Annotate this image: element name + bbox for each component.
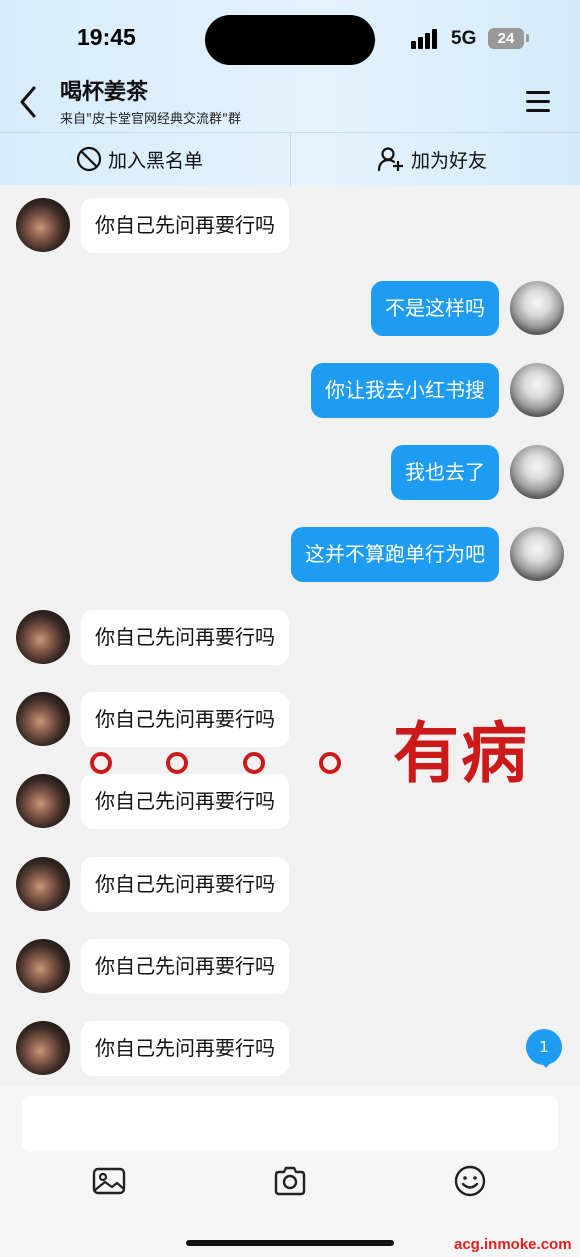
annotation-circle (243, 752, 265, 774)
message-bubble[interactable]: 你自己先问再要行吗 (81, 692, 289, 747)
message-bubble[interactable]: 你自己先问再要行吗 (81, 610, 289, 665)
annotation-text: 有病 (393, 715, 529, 792)
chat-subtitle: 来自"皮卡堂官网经典交流群"群 (60, 112, 241, 127)
back-button[interactable] (14, 84, 44, 120)
annotation-circle (90, 752, 112, 774)
avatar-other[interactable] (16, 692, 70, 746)
message-bubble[interactable]: 这并不算跑单行为吧 (291, 527, 499, 582)
avatar-other[interactable] (16, 1021, 70, 1075)
action-divider (290, 133, 291, 186)
signal-icon (411, 29, 441, 49)
message-bubble[interactable]: 我也去了 (391, 445, 499, 500)
image-button[interactable] (91, 1163, 127, 1199)
chat-title: 喝杯姜茶 (60, 80, 149, 105)
message-bubble[interactable]: 你自己先问再要行吗 (81, 857, 289, 912)
image-icon (92, 1167, 126, 1195)
message-bubble[interactable]: 你自己先问再要行吗 (81, 198, 289, 253)
dynamic-island (205, 15, 375, 65)
battery-tip (526, 34, 529, 42)
avatar-other[interactable] (16, 198, 70, 252)
chevron-left-icon (20, 86, 36, 118)
blacklist-button[interactable]: 加入黑名单 (76, 133, 203, 185)
battery-icon: 24 (488, 28, 524, 49)
network-type: 5G (451, 28, 477, 49)
avatar-other[interactable] (16, 774, 70, 828)
action-bar: 加入黑名单 加为好友 (0, 132, 580, 186)
add-friend-button[interactable]: 加为好友 (377, 133, 487, 185)
avatar-self[interactable] (510, 527, 564, 581)
status-time: 19:45 (77, 24, 136, 50)
avatar-self[interactable] (510, 363, 564, 417)
message-bubble[interactable]: 你自己先问再要行吗 (81, 1021, 289, 1076)
home-indicator[interactable] (186, 1240, 394, 1246)
avatar-self[interactable] (510, 281, 564, 335)
avatar-self[interactable] (510, 445, 564, 499)
emoji-button[interactable] (452, 1163, 488, 1199)
avatar-other[interactable] (16, 610, 70, 664)
menu-button[interactable] (526, 91, 552, 113)
camera-icon (274, 1166, 306, 1196)
camera-button[interactable] (272, 1163, 308, 1199)
add-user-icon (377, 147, 403, 172)
message-bubble[interactable]: 你自己先问再要行吗 (81, 939, 289, 994)
watermark: acg.inmoke.com (454, 1236, 572, 1253)
avatar-other[interactable] (16, 857, 70, 911)
message-bubble[interactable]: 你自己先问再要行吗 (81, 774, 289, 829)
emoji-icon (454, 1165, 486, 1197)
message-input[interactable] (22, 1096, 558, 1151)
avatar-other[interactable] (16, 939, 70, 993)
add-friend-label: 加为好友 (411, 149, 488, 172)
blacklist-label: 加入黑名单 (108, 149, 204, 172)
unread-badge-tail (540, 1061, 552, 1068)
annotation-circle (166, 752, 188, 774)
message-bubble[interactable]: 不是这样吗 (371, 281, 499, 336)
unread-badge[interactable]: 1 (526, 1029, 562, 1065)
annotation-circle (319, 752, 341, 774)
block-icon (76, 146, 102, 172)
message-bubble[interactable]: 你让我去小红书搜 (311, 363, 499, 418)
